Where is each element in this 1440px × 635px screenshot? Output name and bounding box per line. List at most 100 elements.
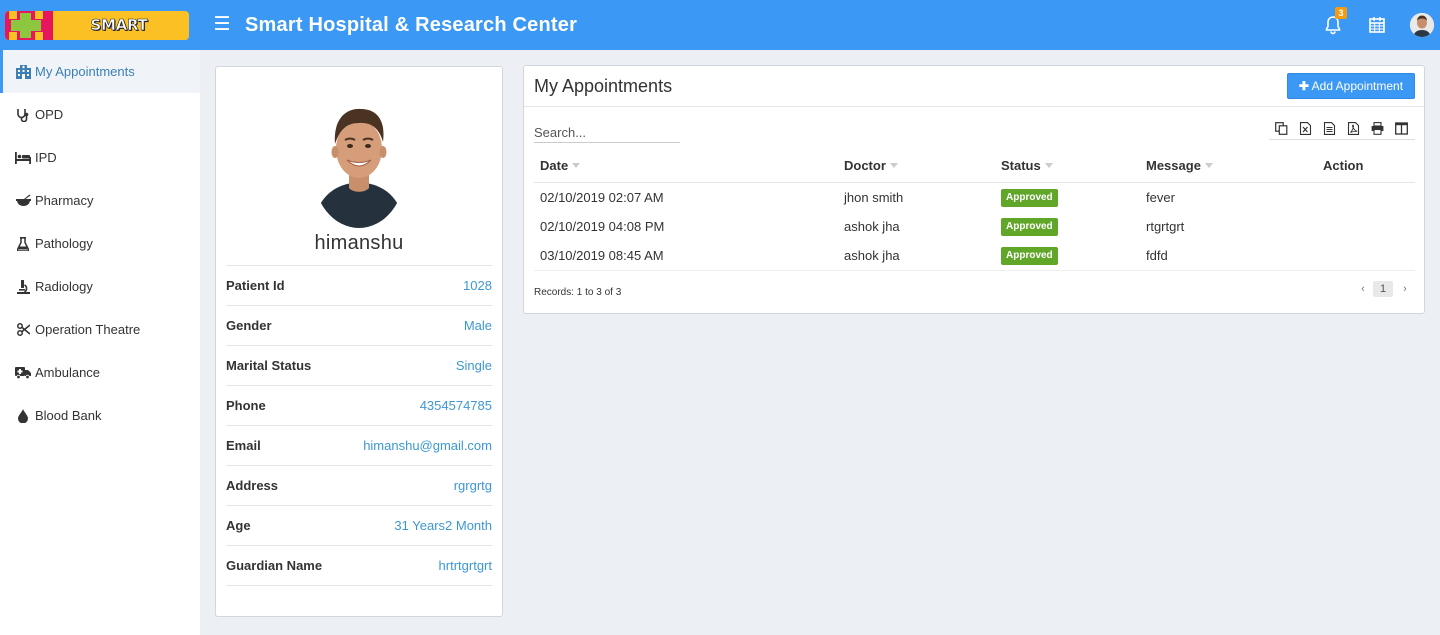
info-label: Patient Id [226, 278, 285, 293]
notifications-button[interactable]: 3 [1321, 7, 1347, 37]
sidebar-item-ipd[interactable]: IPD [0, 136, 200, 179]
info-row-address: Address rgrgrtg [226, 465, 492, 505]
info-row-guardian-name: Guardian Name hrtrtgrtgrt [226, 545, 492, 585]
info-row-marital-status: Marital Status Single [226, 345, 492, 385]
column-header-label: Doctor [844, 158, 886, 173]
print-icon [1371, 121, 1383, 135]
panel-title: My Appointments [534, 76, 673, 96]
top-header: SMART HOSPITAL ☰ Smart Hospital & Resear… [0, 0, 1440, 50]
status-badge: Approved [1001, 247, 1058, 265]
flask-icon [15, 236, 31, 252]
excel-button[interactable] [1293, 118, 1317, 138]
cell-date: 02/10/2019 02:07 AM [540, 190, 664, 205]
csv-button[interactable] [1317, 118, 1341, 138]
next-page-button[interactable]: › [1400, 281, 1410, 297]
copy-button[interactable] [1269, 118, 1293, 138]
info-value: 31 Years2 Month [394, 518, 492, 533]
sidebar-item-opd[interactable]: OPD [0, 93, 200, 136]
sidebar-item-blood-bank[interactable]: Blood Bank [0, 394, 200, 437]
prev-page-button[interactable]: ‹ [1358, 281, 1368, 297]
sidebar-item-pharmacy[interactable]: Pharmacy [0, 179, 200, 222]
info-value: rgrgrtg [453, 478, 492, 493]
sidebar-item-label: Ambulance [35, 365, 101, 380]
info-row-patient-id: Patient Id 1028 [226, 265, 492, 305]
status-badge: Approved [1001, 218, 1058, 236]
info-value: Single [455, 358, 492, 373]
print-button[interactable] [1365, 118, 1389, 138]
info-value: Male [463, 318, 492, 333]
sidebar-item-label: My Appointments [35, 64, 135, 79]
pdf-icon [1347, 121, 1359, 135]
column-header-doctor[interactable]: Doctor [844, 158, 898, 173]
info-label: Email [226, 438, 261, 453]
info-label: Address [226, 478, 279, 493]
sidebar-item-my-appointments[interactable]: My Appointments [0, 50, 200, 93]
calendar-button[interactable] [1365, 13, 1389, 37]
export-toolbar [1269, 118, 1415, 140]
add-appointment-label: Add Appointment [1311, 79, 1404, 93]
appointments-panel: My Appointments ✚ Add Appointment Date D… [523, 65, 1425, 314]
patient-photo [313, 104, 405, 228]
column-header-status[interactable]: Status [1001, 158, 1053, 173]
sidebar-item-pathology[interactable]: Pathology [0, 222, 200, 265]
notification-badge: 3 [1335, 7, 1347, 19]
divider [524, 106, 1424, 107]
column-header-label: Date [540, 158, 569, 173]
info-row-email: Email himanshu@gmail.com [226, 425, 492, 465]
divider [534, 270, 1415, 271]
page-1-button[interactable]: 1 [1373, 281, 1393, 297]
sort-icon [1044, 163, 1053, 168]
bed-icon [15, 150, 31, 166]
mortar-pestle-icon [15, 193, 31, 209]
sidebar-item-label: Pathology [35, 236, 93, 251]
sidebar-item-label: Radiology [35, 279, 93, 294]
hospital-icon [15, 64, 31, 80]
patient-name: himanshu [314, 232, 404, 254]
excel-icon [1299, 121, 1311, 135]
search-input[interactable] [534, 122, 680, 143]
cell-doctor: ashok jha [844, 219, 900, 234]
add-appointment-button[interactable]: ✚ Add Appointment [1287, 73, 1415, 99]
sidebar: My Appointments OPD IPD Pharmacy Patholo… [0, 50, 200, 635]
columns-icon [1394, 121, 1408, 135]
info-value: hrtrtgrtgrt [438, 558, 492, 573]
column-header-date[interactable]: Date [540, 158, 581, 173]
cell-message: fdfd [1146, 248, 1168, 263]
column-header-label: Message [1146, 158, 1201, 173]
sort-icon [1204, 163, 1213, 168]
sort-icon [572, 163, 581, 168]
sidebar-item-operation-theatre[interactable]: Operation Theatre [0, 308, 200, 351]
app-logo[interactable]: SMART HOSPITAL [5, 11, 189, 40]
info-row-age: Age 31 Years2 Month [226, 505, 492, 545]
logo-cross-icon [5, 11, 53, 40]
ambulance-icon [15, 365, 31, 381]
info-label: Phone [226, 398, 266, 413]
cell-message: fever [1146, 190, 1175, 205]
info-value: 1028 [463, 278, 492, 293]
plus-icon: ✚ [1298, 79, 1309, 93]
info-row-phone: Phone 4354574785 [226, 385, 492, 425]
column-header-label: Status [1001, 158, 1041, 173]
cell-doctor: jhon smith [844, 190, 904, 205]
patient-profile-card: himanshu Patient Id 1028 Gender Male Mar… [215, 66, 503, 617]
cell-doctor: ashok jha [844, 248, 900, 263]
sidebar-item-radiology[interactable]: Radiology [0, 265, 200, 308]
sidebar-item-label: Operation Theatre [35, 322, 141, 337]
columns-button[interactable] [1389, 118, 1413, 138]
sidebar-item-label: Blood Bank [35, 408, 102, 423]
info-value: 4354574785 [419, 398, 492, 413]
user-avatar-button[interactable] [1410, 13, 1434, 37]
column-header-message[interactable]: Message [1146, 158, 1213, 173]
sidebar-item-label: Pharmacy [35, 193, 94, 208]
calendar-icon [1369, 17, 1385, 33]
pdf-button[interactable] [1341, 118, 1365, 138]
app-title: Smart Hospital & Research Center [245, 14, 578, 36]
column-header-label: Action [1323, 158, 1364, 173]
scissors-icon [15, 322, 31, 338]
info-label: Gender [226, 318, 272, 333]
sidebar-item-ambulance[interactable]: Ambulance [0, 351, 200, 394]
sort-icon [889, 163, 898, 168]
cell-message: rtgrtgrt [1146, 219, 1185, 234]
records-info: Records: 1 to 3 of 3 [534, 287, 622, 298]
menu-toggle-icon[interactable]: ☰ [212, 13, 232, 37]
